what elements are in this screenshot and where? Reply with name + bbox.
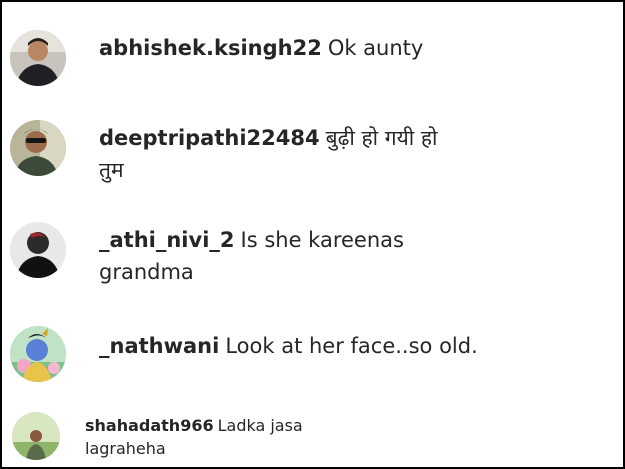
comment-text-block: _athi_nivi_2 Is she kareenas grandma	[99, 224, 419, 288]
avatar[interactable]	[10, 326, 66, 382]
comment-username[interactable]: _nathwani	[99, 334, 219, 358]
profile-photo-icon	[10, 120, 66, 176]
comment-text-block: deeptripathi22484 बुढ़ी हो गयी हो तुम	[99, 122, 459, 186]
profile-photo-icon	[10, 326, 66, 382]
profile-photo-icon	[10, 222, 66, 278]
profile-photo-icon	[10, 30, 66, 86]
avatar[interactable]	[10, 120, 66, 176]
avatar[interactable]	[12, 412, 60, 460]
comment-body: Ok aunty	[327, 36, 424, 60]
comment-text-block: _nathwani Look at her face..so old.	[99, 330, 599, 362]
avatar[interactable]	[10, 222, 66, 278]
comment-text-block: abhishek.ksingh22 Ok aunty	[99, 32, 599, 64]
comment-username[interactable]: deeptripathi22484	[99, 126, 320, 150]
comment-username[interactable]: abhishek.ksingh22	[99, 36, 322, 60]
comment-username[interactable]: _athi_nivi_2	[99, 228, 235, 252]
comment-text-block: shahadath966 Ladka jasa lagraheha	[85, 414, 335, 460]
comments-panel: abhishek.ksingh22 Ok aunty deeptripathi22…	[0, 0, 625, 469]
avatar[interactable]	[10, 30, 66, 86]
comment-body: Look at her face..so old.	[225, 334, 478, 358]
profile-photo-icon	[12, 412, 60, 460]
comment-username[interactable]: shahadath966	[85, 416, 214, 435]
